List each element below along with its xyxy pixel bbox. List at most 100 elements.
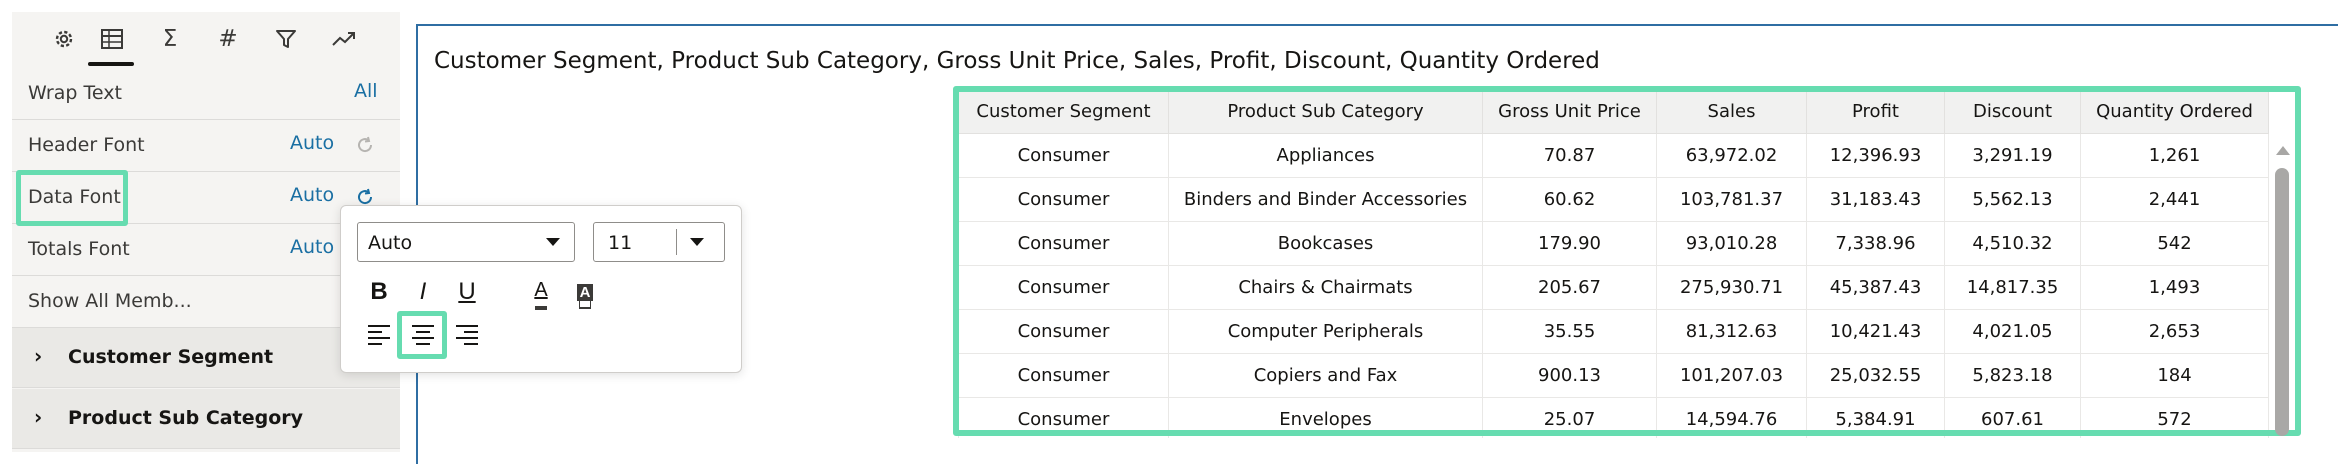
table-cell[interactable]: 103,781.37 (1656, 177, 1807, 222)
table-cell[interactable]: Bookcases (1168, 221, 1483, 266)
table-cell[interactable]: 25.07 (1482, 397, 1657, 438)
table-cell[interactable]: 31,183.43 (1806, 177, 1945, 222)
table-cell[interactable]: 70.87 (1482, 133, 1657, 178)
table-cell[interactable]: 2,653 (2080, 309, 2269, 354)
text-color-button[interactable]: A (523, 274, 559, 310)
table-cell[interactable]: 3,291.19 (1944, 133, 2081, 178)
column-header[interactable]: Quantity Ordered (2080, 88, 2269, 134)
table-cell[interactable]: Binders and Binder Accessories (1168, 177, 1483, 222)
scroll-up-arrow-icon[interactable] (2276, 146, 2290, 155)
table-cell[interactable]: Consumer (958, 177, 1169, 222)
table-header-row: Customer Segment Product Sub Category Gr… (958, 88, 2269, 134)
table-cell[interactable]: 63,972.02 (1656, 133, 1807, 178)
table-cell[interactable]: Chairs & Chairmats (1168, 265, 1483, 310)
table-cell[interactable]: Consumer (958, 265, 1169, 310)
table-cell[interactable]: 35.55 (1482, 309, 1657, 354)
table-cell[interactable]: 179.90 (1482, 221, 1657, 266)
data-table: Customer Segment Product Sub Category Gr… (958, 88, 2269, 438)
font-size-select[interactable]: 11 (593, 222, 725, 262)
active-tab-indicator (88, 62, 134, 66)
data-font-value[interactable]: Auto (290, 184, 334, 206)
table-cell[interactable]: Consumer (958, 133, 1169, 178)
totals-font-value[interactable]: Auto (290, 236, 334, 258)
table-cell[interactable]: Copiers and Fax (1168, 353, 1483, 398)
table-row: Consumer Computer Peripherals 35.55 81,3… (958, 309, 2269, 354)
table-icon[interactable] (92, 22, 132, 56)
table-cell[interactable]: 5,823.18 (1944, 353, 2081, 398)
table-cell[interactable]: 12,396.93 (1806, 133, 1945, 178)
column-header[interactable]: Discount (1944, 88, 2081, 134)
table-row: Consumer Envelopes 25.07 14,594.76 5,384… (958, 397, 2269, 438)
trend-icon[interactable] (324, 22, 364, 56)
hash-icon[interactable]: # (208, 22, 248, 56)
align-right-button[interactable] (449, 317, 485, 353)
header-font-value[interactable]: Auto (290, 132, 334, 154)
table-cell[interactable]: 10,421.43 (1806, 309, 1945, 354)
table-cell[interactable]: 5,562.13 (1944, 177, 2081, 222)
table-cell[interactable]: 93,010.28 (1656, 221, 1807, 266)
table-cell[interactable]: 45,387.43 (1806, 265, 1945, 310)
table-row: Consumer Bookcases 179.90 93,010.28 7,33… (958, 221, 2269, 266)
table-row: Consumer Chairs & Chairmats 205.67 275,9… (958, 265, 2269, 310)
table-cell[interactable]: 5,384.91 (1806, 397, 1945, 438)
table-cell[interactable]: Consumer (958, 353, 1169, 398)
section-label: Customer Segment (68, 346, 274, 368)
align-left-button[interactable] (361, 317, 397, 353)
sigma-icon[interactable]: Σ (150, 22, 190, 56)
chevron-right-icon: › (34, 344, 43, 368)
chevron-down-icon (690, 238, 704, 246)
table-cell[interactable]: 14,817.35 (1944, 265, 2081, 310)
font-family-select[interactable]: Auto (357, 222, 575, 262)
table-cell[interactable]: 4,021.05 (1944, 309, 2081, 354)
column-header[interactable]: Gross Unit Price (1482, 88, 1657, 134)
gear-icon[interactable] (44, 22, 84, 56)
table-cell[interactable]: 60.62 (1482, 177, 1657, 222)
table-cell[interactable]: Appliances (1168, 133, 1483, 178)
panel-tab-bar: Σ # (12, 12, 400, 66)
table-cell[interactable]: 607.61 (1944, 397, 2081, 438)
column-header[interactable]: Profit (1806, 88, 1945, 134)
table-cell[interactable]: 25,032.55 (1806, 353, 1945, 398)
hash-glyph: # (218, 26, 238, 52)
table-cell[interactable]: 4,510.32 (1944, 221, 2081, 266)
table-cell[interactable]: 1,493 (2080, 265, 2269, 310)
italic-button[interactable]: I (405, 274, 441, 310)
table-cell[interactable]: 81,312.63 (1656, 309, 1807, 354)
underline-button[interactable]: U (449, 274, 485, 310)
align-right-icon (456, 325, 478, 345)
table-cell[interactable]: 205.67 (1482, 265, 1657, 310)
column-header[interactable]: Sales (1656, 88, 1807, 134)
table-cell[interactable]: Consumer (958, 397, 1169, 438)
bold-button[interactable]: B (361, 274, 397, 310)
table-cell[interactable]: 2,441 (2080, 177, 2269, 222)
table-cell[interactable]: Consumer (958, 221, 1169, 266)
section-product-sub-category[interactable]: › Product Sub Category (12, 389, 400, 449)
table-cell[interactable]: 542 (2080, 221, 2269, 266)
table-cell[interactable]: 14,594.76 (1656, 397, 1807, 438)
data-font-highlight (16, 170, 128, 226)
table-cell[interactable]: 900.13 (1482, 353, 1657, 398)
table-cell[interactable]: Envelopes (1168, 397, 1483, 438)
vertical-scrollbar-thumb[interactable] (2275, 168, 2289, 436)
section-label: Product Sub Category (68, 407, 304, 429)
reset-icon[interactable] (352, 132, 378, 158)
chevron-down-icon (546, 238, 560, 246)
table-cell[interactable]: Consumer (958, 309, 1169, 354)
column-header[interactable]: Customer Segment (958, 88, 1169, 134)
table-cell[interactable]: 1,261 (2080, 133, 2269, 178)
wrap-text-label: Wrap Text (28, 82, 122, 104)
table-cell[interactable]: 101,207.03 (1656, 353, 1807, 398)
font-family-value: Auto (368, 232, 413, 254)
table-cell[interactable]: 572 (2080, 397, 2269, 438)
wrap-text-value[interactable]: All (354, 80, 378, 102)
table-cell[interactable]: 7,338.96 (1806, 221, 1945, 266)
column-header[interactable]: Product Sub Category (1168, 88, 1483, 134)
filter-icon[interactable] (266, 22, 306, 56)
table-cell[interactable]: Computer Peripherals (1168, 309, 1483, 354)
background-color-button[interactable]: A (567, 274, 603, 310)
table-cell[interactable]: 184 (2080, 353, 2269, 398)
table-cell[interactable]: 275,930.71 (1656, 265, 1807, 310)
font-size-value: 11 (608, 232, 633, 254)
table-row: Consumer Binders and Binder Accessories … (958, 177, 2269, 222)
show-all-members-label: Show All Memb... (28, 290, 192, 312)
